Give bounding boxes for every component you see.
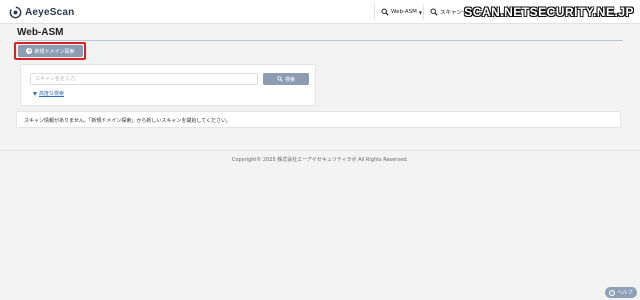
question-icon: ? — [609, 289, 616, 296]
new-domain-search-button[interactable]: + 新規ドメイン探索 — [18, 45, 83, 57]
footer-divider — [0, 150, 640, 151]
empty-state-message-box: スキャン情報がありません。「新規ドメイン探索」から新しいスキャンを開始してくださ… — [16, 111, 621, 128]
nav-web-asm-label: Web-ASM — [391, 9, 417, 15]
search-icon — [381, 8, 389, 16]
scan-name-search-input[interactable] — [30, 73, 258, 85]
nav-web-asm-dropdown[interactable]: Web-ASM ▼ — [381, 5, 422, 19]
aeyescan-logo-icon — [9, 6, 22, 18]
filter-icon — [33, 91, 37, 96]
app-logo[interactable]: AeyeScan — [9, 5, 74, 19]
help-label: ヘルプ — [617, 290, 633, 296]
advanced-search-label: 高度な検索 — [39, 91, 65, 97]
search-icon — [430, 8, 438, 16]
nav-divider — [374, 4, 375, 20]
nav-divider — [423, 4, 424, 20]
new-domain-search-label: 新規ドメイン探索 — [34, 48, 75, 55]
search-button-label: 検索 — [284, 76, 295, 83]
search-panel: 検索 高度な検索 — [20, 64, 316, 106]
footer-copyright: Copyright© 2025 株式会社エーアイセキュリティラボ All Rig… — [231, 157, 409, 163]
search-button[interactable]: 検索 — [263, 73, 309, 85]
top-navigation-bar: AeyeScan Web-ASM ▼ スキャン一覧 SCAN.NETSECURI… — [0, 0, 640, 24]
site-watermark: SCAN.NETSECURITY.NE.JP — [464, 5, 634, 19]
plus-circle-icon: + — [26, 48, 33, 54]
help-button[interactable]: ? ヘルプ — [605, 287, 637, 298]
page-title: Web-ASM — [17, 27, 64, 38]
advanced-search-link[interactable]: 高度な検索 — [33, 90, 64, 97]
title-divider — [17, 40, 623, 41]
search-icon — [277, 76, 283, 82]
empty-state-message: スキャン情報がありません。「新規ドメイン探索」から新しいスキャンを開始してくださ… — [24, 118, 232, 124]
logo-text: AeyeScan — [25, 6, 75, 18]
chevron-down-icon: ▼ — [418, 9, 422, 15]
